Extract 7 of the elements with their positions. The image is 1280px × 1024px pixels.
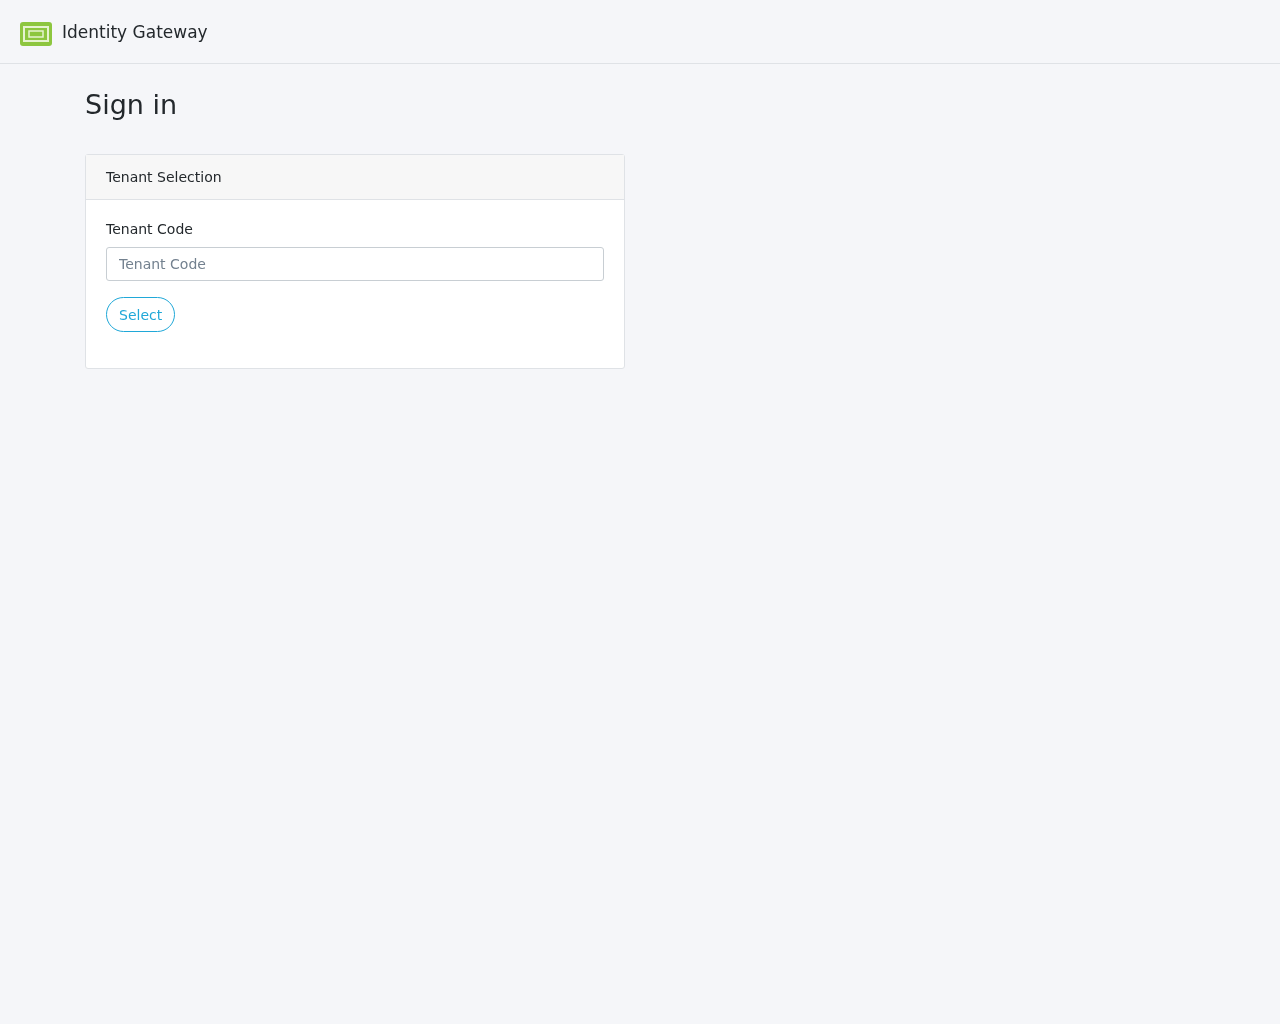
page-title: Sign in <box>85 88 179 122</box>
logo-icon <box>20 22 52 46</box>
select-button[interactable]: Select <box>106 297 176 332</box>
card-title: Tenant Selection <box>106 169 222 185</box>
input-field[interactable]: Tenant Code <box>106 247 604 281</box>
app-title: Identity Gateway <box>62 21 208 42</box>
field-label: Tenant Code <box>106 221 193 237</box>
